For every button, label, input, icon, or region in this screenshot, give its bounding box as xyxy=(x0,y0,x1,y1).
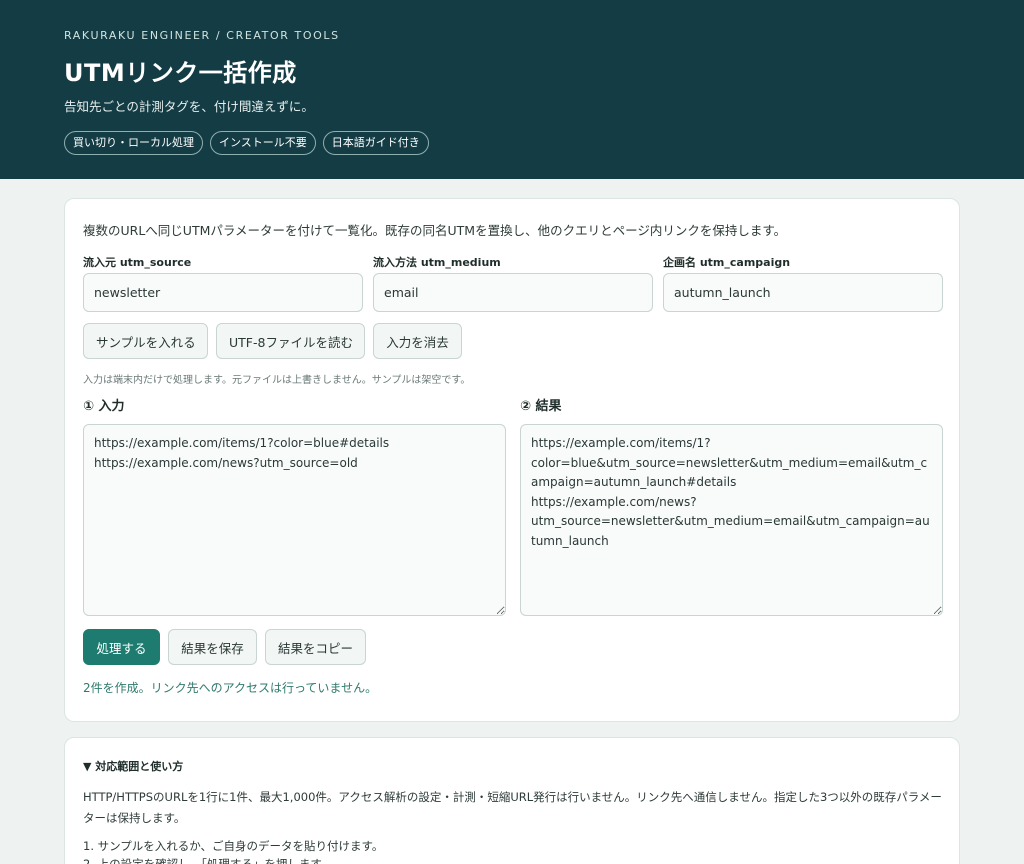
load-utf8-file-button[interactable]: UTF-8ファイルを読む xyxy=(216,323,365,359)
input-section-title: ① 入力 xyxy=(83,399,125,414)
help-steps: 1. サンプルを入れるか、ご自身のデータを貼り付けます。 2. 上の設定を確認し… xyxy=(83,837,383,864)
tool-description: 複数のURLへ同じUTMパラメーターを付けて一覧化。既存の同名UTMを置換し、他… xyxy=(83,223,787,238)
input-textarea[interactable]: https://example.com/items/1?color=blue#d… xyxy=(83,424,506,616)
copy-result-button[interactable]: 結果をコピー xyxy=(265,629,366,665)
utm-medium-label: 流入方法 utm_medium xyxy=(373,256,501,269)
save-result-button[interactable]: 結果を保存 xyxy=(168,629,257,665)
status-message: 2件を作成。リンク先へのアクセスは行っていません。 xyxy=(83,681,378,695)
utm-campaign-label: 企画名 utm_campaign xyxy=(663,256,791,269)
utm-campaign-input[interactable] xyxy=(663,273,943,312)
insert-sample-button[interactable]: サンプルを入れる xyxy=(83,323,208,359)
feature-badges: 買い切り・ローカル処理 インストール不要 日本語ガイド付き xyxy=(64,131,429,155)
utm-medium-input[interactable] xyxy=(373,273,653,312)
help-card: ▼ 対応範囲と使い方 HTTP/HTTPSのURLを1行に1件、最大1,000件… xyxy=(64,737,960,864)
privacy-note: 入力は端末内だけで処理します。元ファイルは上書きしません。サンプルは架空です。 xyxy=(83,375,471,386)
help-step: 2. 上の設定を確認し、「処理する」を押します。 xyxy=(83,857,333,864)
result-section-title: ② 結果 xyxy=(520,399,562,414)
page-title: UTMリンク一括作成 xyxy=(64,59,297,87)
help-summary-toggle[interactable]: ▼ 対応範囲と使い方 xyxy=(83,758,183,774)
help-step: 1. サンプルを入れるか、ご自身のデータを貼り付けます。 xyxy=(83,839,384,853)
utm-source-label: 流入元 utm_source xyxy=(83,256,192,269)
utm-source-input[interactable] xyxy=(83,273,363,312)
clear-input-button[interactable]: 入力を消去 xyxy=(373,323,462,359)
result-textarea[interactable]: https://example.com/items/1? color=blue&… xyxy=(520,424,943,616)
tool-card: 複数のURLへ同じUTMパラメーターを付けて一覧化。既存の同名UTMを置換し、他… xyxy=(64,198,960,722)
page-tagline: 告知先ごとの計測タグを、付け間違えずに。 xyxy=(64,99,314,114)
help-description: HTTP/HTTPSのURLを1行に1件、最大1,000件。アクセス解析の設定・… xyxy=(83,790,942,825)
badge-no-install: インストール不要 xyxy=(210,131,316,155)
process-button[interactable]: 処理する xyxy=(83,629,160,665)
badge-one-time-purchase: 買い切り・ローカル処理 xyxy=(64,131,203,155)
hero-header: RAKURAKU ENGINEER / CREATOR TOOLS UTMリンク… xyxy=(0,0,1024,179)
brand-eyebrow: RAKURAKU ENGINEER / CREATOR TOOLS xyxy=(64,29,340,42)
badge-japanese-guide: 日本語ガイド付き xyxy=(322,131,429,155)
